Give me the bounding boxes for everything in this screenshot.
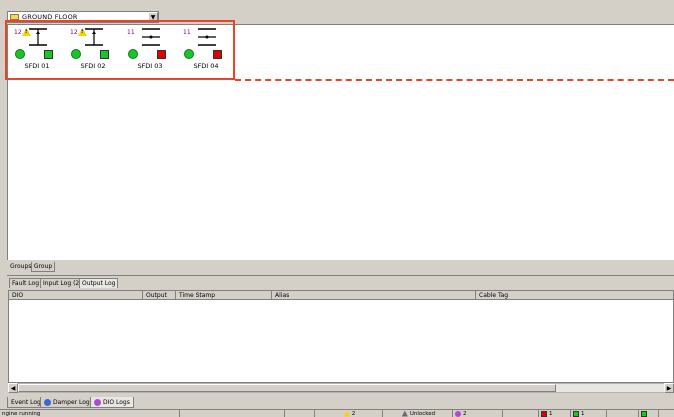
tab-group[interactable]: Group: [31, 262, 55, 272]
dio-icon: [94, 398, 101, 406]
highlight-dashed-line: [235, 79, 674, 81]
column-alias[interactable]: Alias: [272, 291, 476, 300]
log-table-header: DIO Output Time Stamp Alias Cable Tag: [9, 291, 673, 300]
column-time-stamp[interactable]: Time Stamp: [176, 291, 272, 300]
status-pane: [503, 409, 539, 417]
status-message: ngine running: [0, 409, 180, 417]
status-lock-label: Unlocked: [409, 410, 436, 417]
status-pane: [180, 409, 285, 417]
status-bar: ngine running 2 Unlocked 2 1 1: [0, 409, 674, 417]
status-dio: 2: [453, 409, 503, 417]
connection-icon: [641, 410, 647, 417]
column-dio[interactable]: DIO: [9, 291, 143, 300]
status-warnings: 2: [315, 409, 383, 417]
status-green-count: 1: [581, 410, 585, 417]
groups-bar: [7, 262, 674, 272]
status-warnings-count: 2: [351, 410, 356, 417]
green-square-icon: [573, 410, 579, 417]
tab-fault-log[interactable]: Fault Log: [9, 278, 43, 288]
tab-input-log[interactable]: Input Log (2): [40, 278, 85, 288]
tab-damper-logs[interactable]: Damper Logs: [40, 397, 97, 408]
tab-output-log[interactable]: Output Log: [79, 278, 119, 288]
log-table[interactable]: [8, 290, 674, 383]
tab-damper-logs-label: Damper Logs: [53, 398, 93, 406]
lock-icon: [401, 410, 408, 417]
status-red: 1: [539, 409, 571, 417]
status-green: 1: [571, 409, 607, 417]
status-red-count: 1: [549, 410, 553, 417]
scroll-thumb[interactable]: [18, 384, 556, 392]
red-square-icon: [541, 410, 547, 417]
tab-dio-logs[interactable]: DIO Logs: [90, 397, 134, 408]
groups-label: Groups: [10, 263, 32, 270]
column-output[interactable]: Output: [143, 291, 176, 300]
status-dio-count: 2: [463, 410, 467, 417]
damper-icon: [44, 398, 51, 406]
column-cable-tag[interactable]: Cable Tag: [476, 291, 673, 300]
status-lock: Unlocked: [383, 409, 453, 417]
status-pane: [659, 409, 674, 417]
status-connection: [639, 409, 659, 417]
status-pane: [607, 409, 639, 417]
highlight-box: [5, 20, 235, 80]
scroll-left-icon[interactable]: ◀: [8, 383, 18, 393]
tab-event-log-label: Event Log: [11, 398, 41, 406]
status-pane: [285, 409, 315, 417]
dio-icon: [455, 410, 461, 417]
tab-dio-logs-label: DIO Logs: [103, 398, 130, 406]
warning-icon: [343, 410, 350, 417]
scroll-right-icon[interactable]: ▶: [664, 383, 674, 393]
